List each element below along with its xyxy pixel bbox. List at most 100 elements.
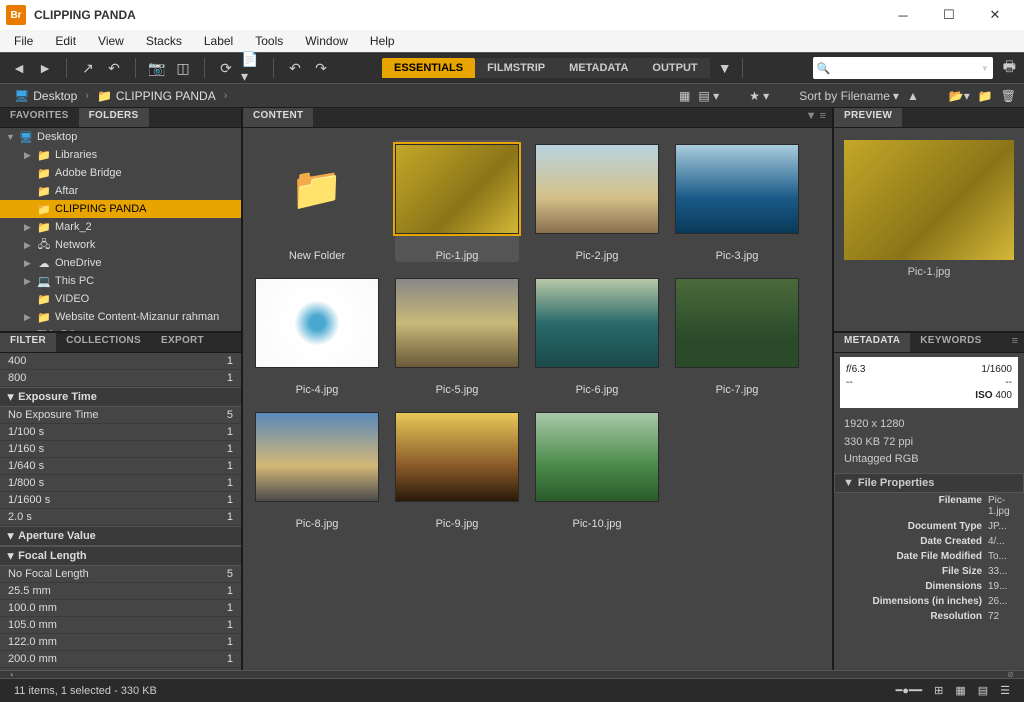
menu-help[interactable]: Help [360,32,405,50]
rotate-ccw-icon[interactable]: ↶ [284,57,306,79]
filter-row[interactable]: No Focal Length5 [0,566,241,583]
rotate-cw-icon[interactable]: ↷ [310,57,332,79]
open-folder-icon[interactable]: 📂▾ [949,89,970,103]
path-root[interactable]: 🖥 Desktop [8,89,83,103]
output-icon[interactable]: 🖶 [1003,56,1016,80]
filter-row[interactable]: 122.0 mm1 [0,634,241,651]
zoom-slider-icon[interactable]: ━●━━ [896,684,923,697]
star-filter-icon[interactable]: ★ ▾ [749,89,769,103]
view-mode-2-icon[interactable]: ▤ [978,684,988,697]
trash-icon[interactable]: 🗑 [1001,89,1016,103]
thumbnail[interactable]: Pic-6.jpg [535,278,659,396]
forward-button[interactable]: ► [34,57,56,79]
crop-icon[interactable]: ◫ [172,57,194,79]
thumbnail[interactable]: Pic-7.jpg [675,278,799,396]
content-tab[interactable]: CONTENT [243,108,313,127]
filter-row[interactable]: 1/160 s1 [0,441,241,458]
tree-node[interactable]: ▶📁Libraries [0,146,241,164]
reveal-button[interactable]: ↗ [77,57,99,79]
tree-node[interactable]: ▶📁Website Content-Mizanur rahman [0,308,241,326]
workspace-tab-essentials[interactable]: ESSENTIALS [382,58,475,78]
panel-menu-icon[interactable]: ≡ [1006,333,1024,352]
thumbnail[interactable]: Pic-8.jpg [255,412,379,530]
filter-section-header[interactable]: Focal Length [0,546,241,566]
menu-label[interactable]: Label [194,32,243,50]
menu-tools[interactable]: Tools [245,32,293,50]
tab-folders[interactable]: FOLDERS [79,108,149,127]
tree-node[interactable]: ▶📁Mark_2 [0,218,241,236]
thumbnail[interactable]: Pic-5.jpg [395,278,519,396]
tree-node[interactable]: 📁Adobe Bridge [0,164,241,182]
filter-row[interactable]: 2.0 s1 [0,509,241,526]
refresh-icon[interactable]: ⟳ [215,57,237,79]
tree-node[interactable]: 📁VIDEO [0,290,241,308]
tab-collections[interactable]: COLLECTIONS [56,333,151,352]
tab-metadata[interactable]: METADATA [834,333,910,352]
view-mode-1-icon[interactable]: ▦ [955,684,965,697]
thumbnail[interactable]: Pic-9.jpg [395,412,519,530]
open-recent-icon[interactable]: 📄▾ [241,57,263,79]
filter-row[interactable]: 105.0 mm1 [0,617,241,634]
tab-filter[interactable]: FILTER [0,333,56,352]
menu-view[interactable]: View [88,32,134,50]
file-properties-header[interactable]: ▼ File Properties [834,473,1024,493]
menu-stacks[interactable]: Stacks [136,32,192,50]
minimize-button[interactable]: ─ [880,0,926,30]
close-button[interactable]: ✕ [972,0,1018,30]
filter-section-header[interactable]: Exposure Time [0,387,241,407]
boomerang-icon[interactable]: ↶ [103,57,125,79]
tree-node[interactable]: ▶💻This PC [0,272,241,290]
tree-node[interactable]: ▶☁OneDrive [0,254,241,272]
thumbnail[interactable]: Pic-3.jpg [675,144,799,262]
workspace-menu-icon[interactable]: ▼ [714,57,736,79]
tree-node[interactable]: ▶💻This PC [0,326,241,331]
sort-button[interactable]: Sort by Filename ▾ [799,89,899,103]
menu-edit[interactable]: Edit [45,32,86,50]
thumbnail[interactable]: Pic-2.jpg [535,144,659,262]
tab-keywords[interactable]: KEYWORDS [910,333,991,352]
filter-row[interactable]: 200.0 mm1 [0,651,241,668]
filter-row[interactable]: 8001 [0,370,241,387]
tree-node[interactable]: 📁Aftar [0,182,241,200]
filter-row[interactable]: 1/100 s1 [0,424,241,441]
tree-node[interactable]: ▶🖧Network [0,236,241,254]
preview-tab[interactable]: PREVIEW [834,108,902,127]
filter-row[interactable]: 4001 [0,353,241,370]
thumbnail[interactable]: Pic-10.jpg [535,412,659,530]
new-folder-icon[interactable]: 📁 [978,89,993,103]
tab-favorites[interactable]: FAVORITES [0,108,79,127]
back-button[interactable]: ◄ [8,57,30,79]
menu-window[interactable]: Window [295,32,358,50]
filter-row[interactable]: 1/1600 s1 [0,492,241,509]
grid-lock-icon[interactable]: ⊞ [934,684,943,697]
thumbnail[interactable]: Pic-4.jpg [255,278,379,396]
tab-export[interactable]: EXPORT [151,333,214,352]
workspace-tab-output[interactable]: OUTPUT [640,58,709,78]
thumbnail-view-icon[interactable]: ▤ ▾ [698,89,719,103]
search-dropdown-icon[interactable]: ▼ [981,64,989,73]
filter-row[interactable]: 1/800 s1 [0,475,241,492]
panel-menu-icon[interactable]: ▼ ≡ [800,108,832,127]
tree-node[interactable]: ▼🖥Desktop [0,128,241,146]
path-current[interactable]: 📁 CLIPPING PANDA [91,89,222,103]
filter-row[interactable]: 1/640 s1 [0,458,241,475]
filter-row[interactable]: No Exposure Time5 [0,407,241,424]
maximize-button[interactable]: ☐ [926,0,972,30]
cancel-icon[interactable]: ⊘ [1007,670,1014,679]
filter-row[interactable]: 25.5 mm1 [0,583,241,600]
workspace-tab-metadata[interactable]: METADATA [557,58,640,78]
workspace-tab-filmstrip[interactable]: FILMSTRIP [475,58,557,78]
thumbnail[interactable]: Pic-1.jpg [395,140,519,262]
search-box[interactable]: 🔍 ▼ [813,57,993,79]
sort-asc-icon[interactable]: ▲ [907,89,919,103]
preview-image[interactable] [844,140,1014,260]
camera-raw-icon[interactable]: 📷 [146,57,168,79]
lock-icon[interactable]: ◐ [10,670,15,679]
filter-section-header[interactable]: Aperture Value [0,526,241,546]
grid-view-icon[interactable]: ▦ [679,89,690,103]
view-mode-3-icon[interactable]: ☰ [1000,684,1010,697]
tree-node[interactable]: 📁CLIPPING PANDA [0,200,241,218]
thumbnail[interactable]: 📁New Folder [255,144,379,262]
menu-file[interactable]: File [4,32,43,50]
filter-row[interactable]: 100.0 mm1 [0,600,241,617]
